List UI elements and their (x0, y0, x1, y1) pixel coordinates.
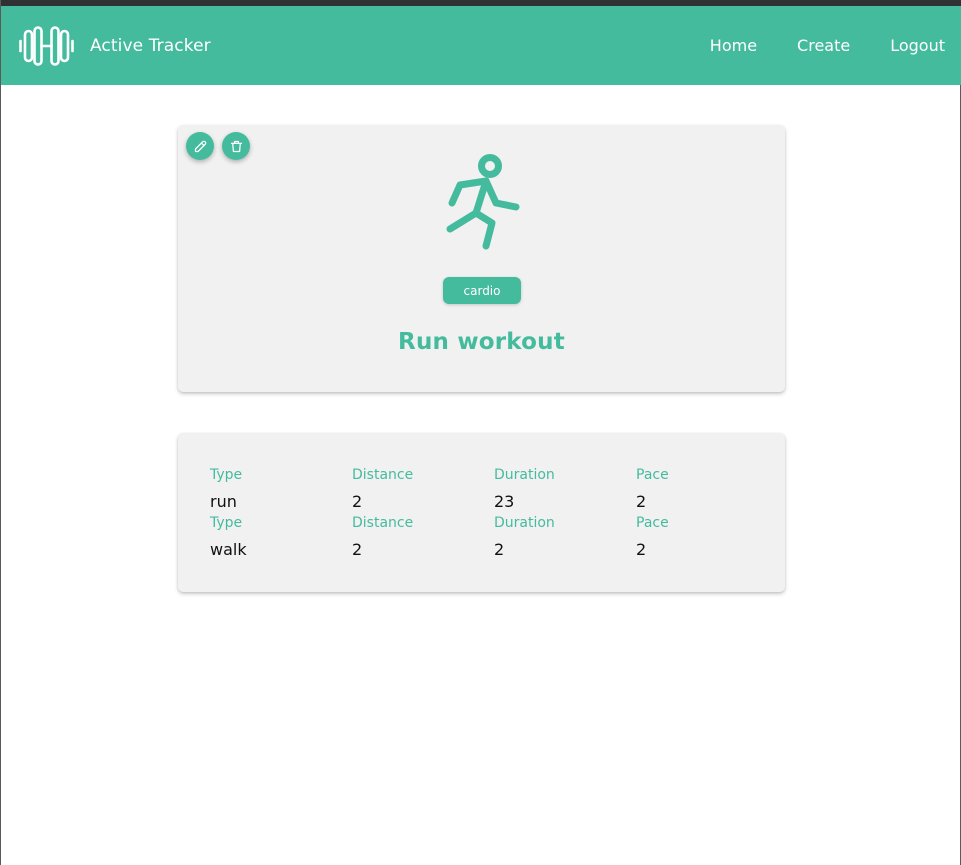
running-person-icon (446, 154, 520, 250)
type-value: run (210, 492, 237, 511)
pencil-icon (194, 140, 206, 152)
edit-workout-button[interactable] (186, 132, 214, 160)
brand-link[interactable]: Active Tracker (18, 25, 211, 66)
exercise-distance-cell: Distance 2 (352, 513, 492, 562)
exercise-duration-cell: Duration 23 (494, 465, 634, 514)
app-window: Active Tracker Home Create Logout cardio… (0, 0, 961, 865)
navbar: Active Tracker Home Create Logout (1, 6, 961, 85)
exercises-card: Type run Distance 2 Duration 23 Pace 2 T… (178, 433, 785, 592)
type-label: Type (210, 467, 243, 483)
trash-icon (230, 140, 242, 152)
exercise-pace-cell: Pace 2 (636, 513, 776, 562)
exercise-type-cell: Type run (210, 465, 350, 514)
nav-links: Home Create Logout (670, 6, 945, 85)
distance-value: 2 (352, 540, 363, 559)
exercise-distance-cell: Distance 2 (352, 465, 492, 514)
duration-label: Duration (494, 467, 555, 483)
type-value: walk (210, 540, 247, 559)
workout-card: cardio Run workout (178, 125, 785, 392)
pace-value: 2 (636, 492, 647, 511)
exercise-duration-cell: Duration 2 (494, 513, 634, 562)
nav-home-link[interactable]: Home (710, 36, 757, 55)
distance-label: Distance (352, 515, 414, 531)
duration-label: Duration (494, 515, 555, 531)
pace-label: Pace (636, 467, 669, 483)
app-title: Active Tracker (90, 35, 211, 56)
distance-value: 2 (352, 492, 363, 511)
workout-image (436, 153, 528, 253)
exercise-type-cell: Type walk (210, 513, 350, 562)
pace-value: 2 (636, 540, 647, 559)
delete-workout-button[interactable] (222, 132, 250, 160)
distance-label: Distance (352, 467, 414, 483)
category-badge: cardio (443, 277, 521, 304)
exercise-pace-cell: Pace 2 (636, 465, 776, 514)
nav-create-link[interactable]: Create (797, 36, 850, 55)
pace-label: Pace (636, 515, 669, 531)
type-label: Type (210, 515, 243, 531)
dumbbell-icon (19, 25, 74, 66)
nav-logout-link[interactable]: Logout (890, 36, 945, 55)
duration-value: 23 (494, 492, 515, 511)
workout-title: Run workout (398, 329, 565, 355)
duration-value: 2 (494, 540, 505, 559)
